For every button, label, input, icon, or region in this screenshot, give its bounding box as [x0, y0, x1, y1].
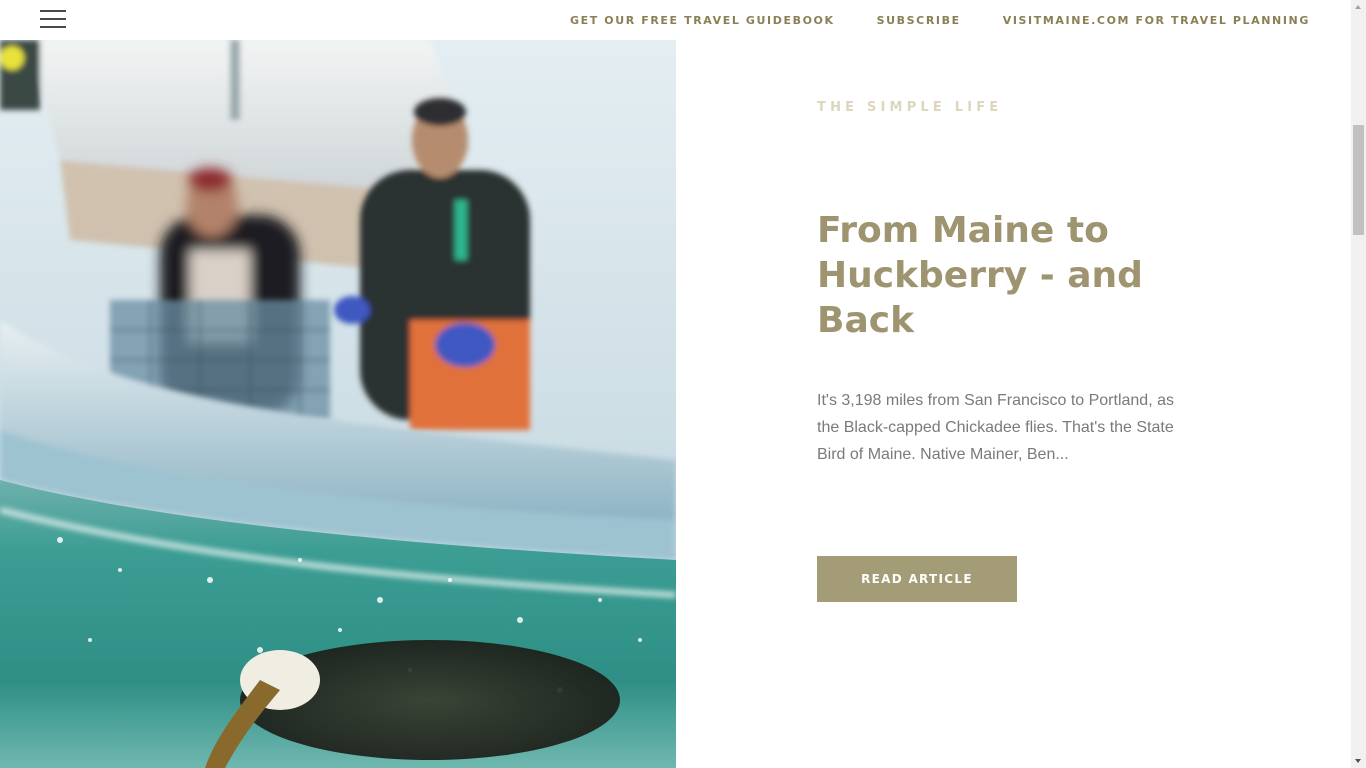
page-scrollbar[interactable]: [1351, 0, 1366, 768]
article-excerpt: It's 3,198 miles from San Francisco to P…: [817, 392, 1174, 463]
scroll-thumb[interactable]: [1353, 125, 1364, 235]
scroll-up-arrow-icon[interactable]: [1355, 5, 1361, 9]
read-article-button[interactable]: READ ARTICLE: [817, 556, 1017, 602]
nav-link-subscribe[interactable]: SUBSCRIBE: [877, 14, 961, 27]
article-category: THE SIMPLE LIFE: [817, 100, 1003, 115]
article-title[interactable]: From Maine to Huckberry - and Back: [817, 208, 1197, 343]
hero-image: [0, 40, 676, 768]
nav-link-travel-guidebook[interactable]: GET OUR FREE TRAVEL GUIDEBOOK: [570, 14, 835, 27]
top-nav-links: GET OUR FREE TRAVEL GUIDEBOOK SUBSCRIBE …: [570, 14, 1310, 27]
article-panel: THE SIMPLE LIFE From Maine to Huckberry …: [817, 100, 1217, 602]
top-nav-bar: GET OUR FREE TRAVEL GUIDEBOOK SUBSCRIBE …: [0, 0, 1351, 40]
nav-link-visitmaine[interactable]: VISITMAINE.COM FOR TRAVEL PLANNING: [1003, 14, 1310, 27]
hamburger-menu-icon[interactable]: [40, 10, 66, 30]
scroll-down-arrow-icon[interactable]: [1355, 759, 1361, 763]
